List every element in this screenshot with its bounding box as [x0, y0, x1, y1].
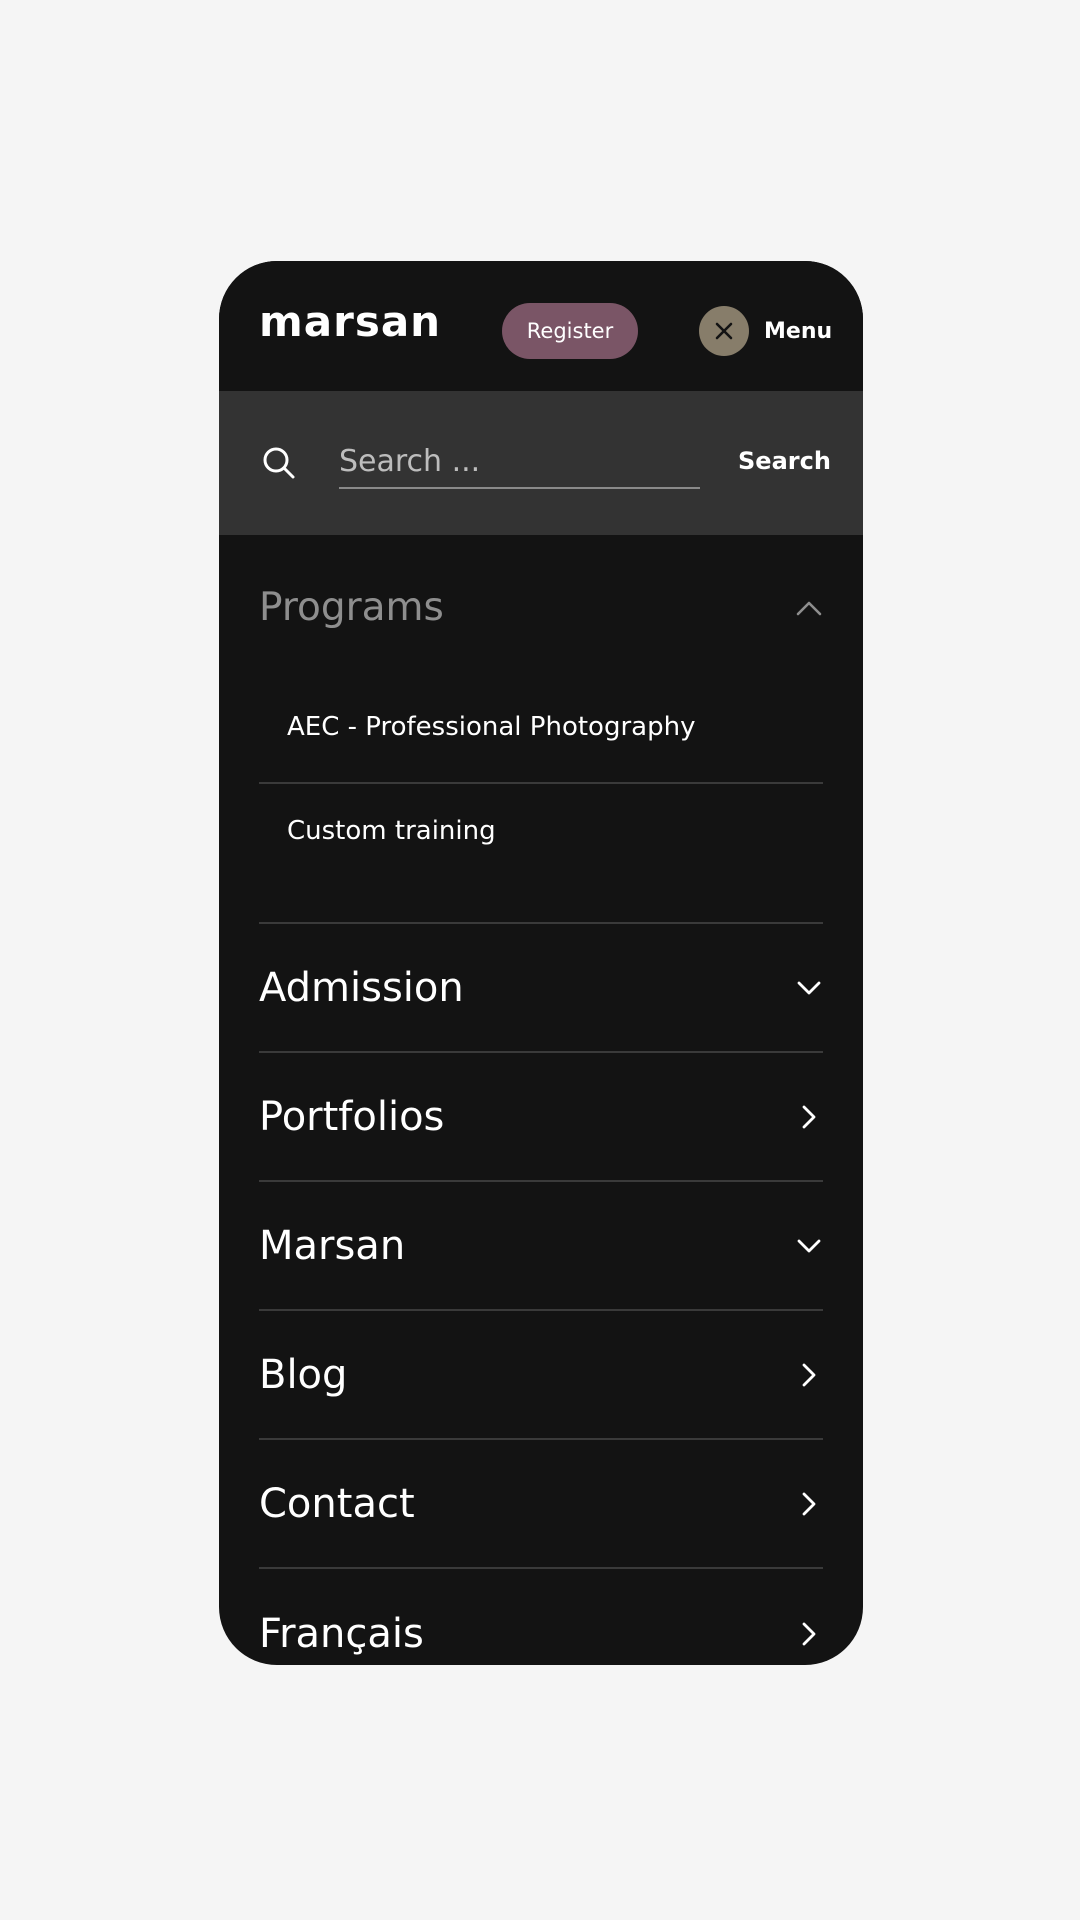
nav-item-francais[interactable]: Français [259, 1569, 823, 1665]
search-input[interactable] [339, 435, 700, 489]
submenu-item-aec-photography[interactable]: AEC - Professional Photography [259, 680, 823, 784]
programs-submenu: AEC - Professional Photography Custom tr… [259, 680, 823, 924]
nav-item-blog[interactable]: Blog [259, 1311, 823, 1440]
nav-item-label: Admission [259, 964, 464, 1011]
search-bar: Search [219, 391, 863, 535]
nav-item-portfolios[interactable]: Portfolios [259, 1053, 823, 1182]
nav-item-admission[interactable]: Admission [259, 924, 823, 1053]
menu-close-toggle[interactable]: Menu [699, 305, 832, 357]
chevron-right-icon [795, 1361, 823, 1389]
chevron-down-icon[interactable] [795, 974, 823, 1002]
chevron-right-icon [795, 1490, 823, 1518]
nav-item-label: Programs [259, 585, 444, 630]
nav-item-contact[interactable]: Contact [259, 1440, 823, 1569]
register-button[interactable]: Register [502, 303, 638, 359]
nav-item-marsan[interactable]: Marsan [259, 1182, 823, 1311]
chevron-up-icon[interactable] [795, 594, 823, 622]
chevron-right-icon [795, 1620, 823, 1648]
nav-item-label: Français [259, 1610, 424, 1657]
search-submit-button[interactable]: Search [738, 441, 831, 481]
chevron-right-icon [795, 1103, 823, 1131]
search-icon [261, 445, 297, 481]
nav-item-programs[interactable]: Programs [259, 535, 823, 680]
main-nav: Programs AEC - Professional Photography … [259, 535, 823, 1665]
submenu-item-label: Custom training [287, 816, 496, 846]
header: marsan Register Menu [219, 261, 863, 391]
chevron-down-icon[interactable] [795, 1232, 823, 1260]
close-icon[interactable] [699, 306, 749, 356]
logo[interactable]: marsan [259, 299, 441, 345]
submenu-item-label: AEC - Professional Photography [287, 712, 696, 742]
nav-item-label: Blog [259, 1351, 348, 1398]
nav-item-label: Contact [259, 1480, 415, 1527]
mobile-menu-panel: marsan Register Menu Search Programs [219, 261, 863, 1665]
nav-item-label: Marsan [259, 1222, 406, 1269]
nav-item-label: Portfolios [259, 1093, 445, 1140]
submenu-item-custom-training[interactable]: Custom training [259, 784, 823, 922]
menu-label[interactable]: Menu [764, 319, 832, 344]
